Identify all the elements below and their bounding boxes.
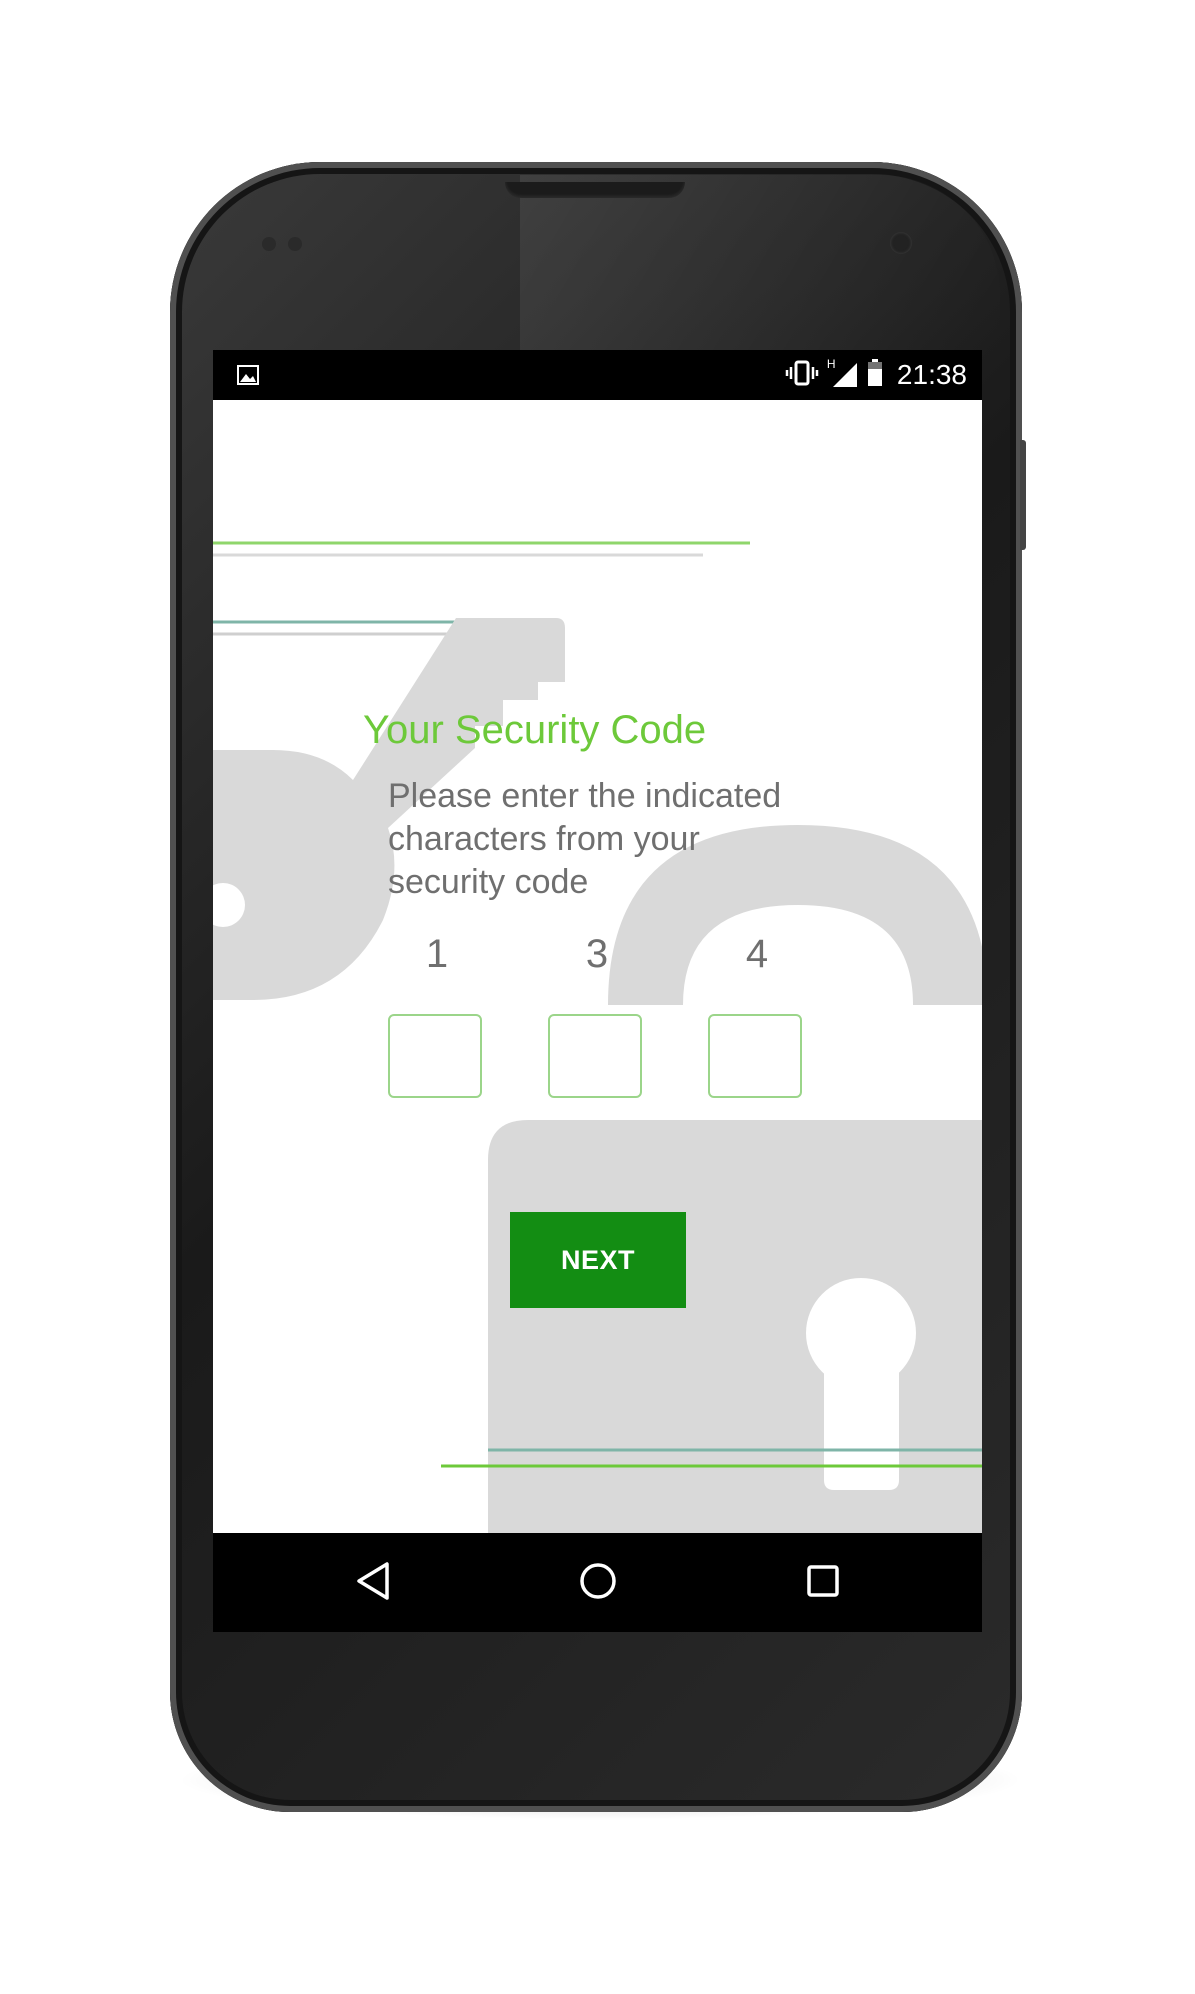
home-icon — [578, 1561, 618, 1605]
code-character-input-3[interactable] — [548, 1014, 642, 1098]
back-button[interactable] — [348, 1558, 398, 1608]
recents-icon — [805, 1563, 841, 1603]
instructions-text: Please enter the indicated characters fr… — [388, 777, 782, 901]
digit-position-label: 1 — [425, 932, 449, 976]
phone-glare — [520, 175, 1000, 355]
digit-position-label: 3 — [585, 932, 609, 976]
security-code-screen: Your Security Code Please enter the indi… — [213, 400, 982, 1533]
home-button[interactable] — [573, 1558, 623, 1608]
navigation-bar — [213, 1533, 982, 1632]
vibrate-icon — [785, 360, 819, 390]
next-button[interactable]: NEXT — [510, 1212, 686, 1308]
code-character-input-4[interactable] — [708, 1014, 802, 1098]
signal-icon: H — [827, 357, 859, 389]
status-time: 21:38 — [896, 359, 967, 390]
status-bar: H 21:38 — [213, 350, 982, 400]
recents-button[interactable] — [798, 1558, 848, 1608]
device-screen: H 21:38 Your Security Code Please enter … — [213, 350, 982, 1632]
digit-position-label: 4 — [745, 932, 769, 976]
status-icons: H 21:38 — [785, 357, 967, 392]
earpiece-speaker — [505, 182, 685, 198]
power-button[interactable] — [1020, 440, 1026, 550]
light-sensor — [288, 237, 302, 251]
code-character-input-1[interactable] — [388, 1014, 482, 1098]
page-title: Your Security Code — [363, 708, 707, 752]
image-notification-icon — [237, 365, 259, 385]
proximity-sensor — [262, 237, 276, 251]
front-camera — [890, 232, 912, 254]
back-icon — [355, 1561, 391, 1605]
battery-icon — [867, 359, 883, 391]
